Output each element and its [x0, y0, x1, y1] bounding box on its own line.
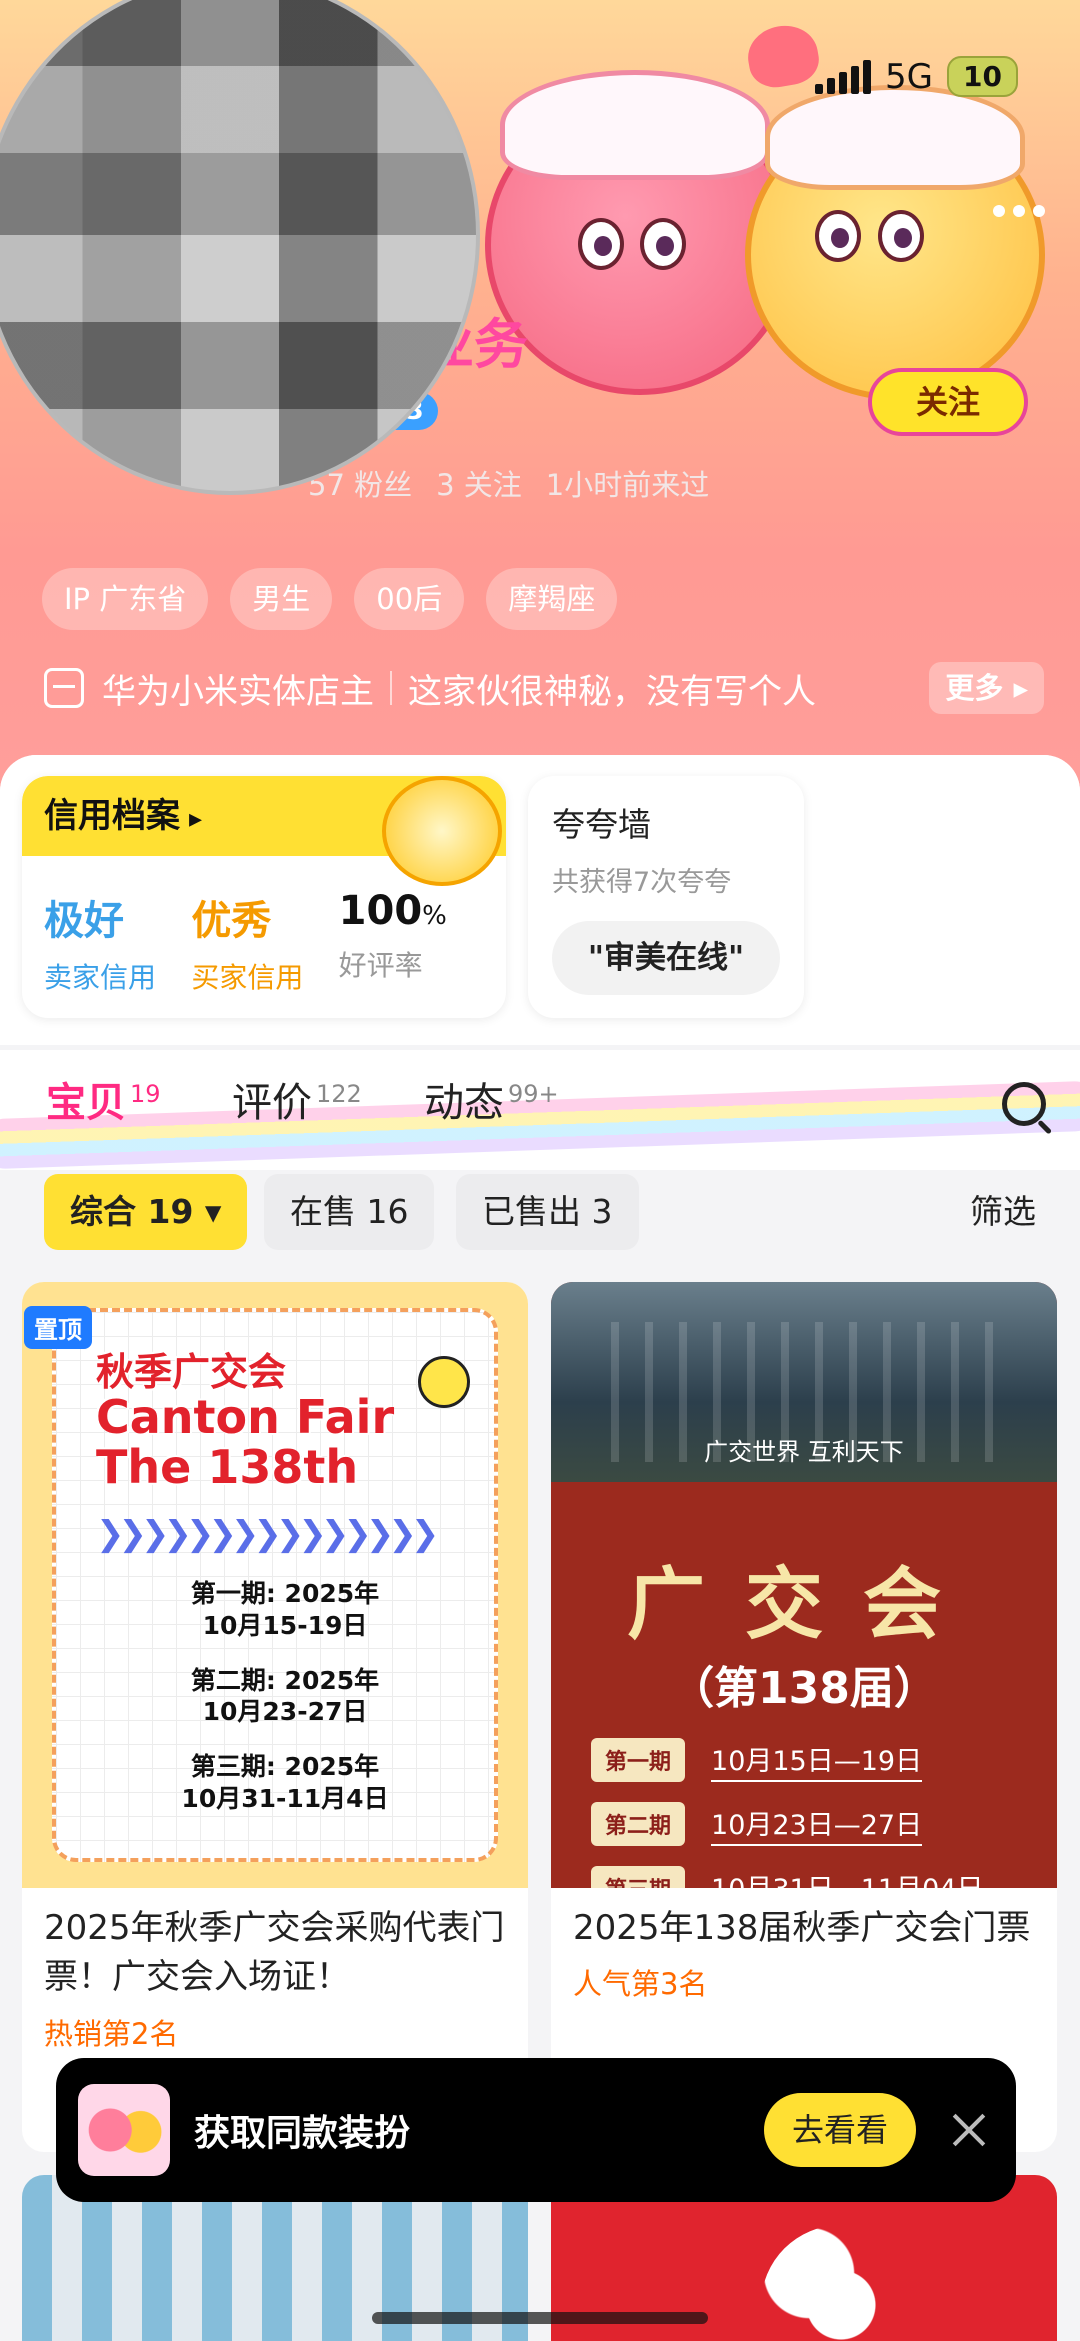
poster-phase: 第二期: 2025年 10月23-27日 — [190, 1665, 380, 1727]
mascot-eye — [815, 210, 861, 262]
battery-indicator: 10 — [947, 56, 1018, 97]
promo-text: 获取同款装扮 — [194, 2113, 411, 2154]
good-rate-unit: % — [422, 901, 447, 931]
heart-decoration — [743, 20, 823, 92]
pinned-badge: 置顶 — [24, 1306, 92, 1349]
orange-mascot-cap — [765, 85, 1025, 190]
more-options-icon[interactable] — [993, 205, 1045, 217]
seller-credit-label: 卖家信用 — [44, 961, 157, 994]
network-type: 5G — [885, 56, 934, 97]
poster-session: （第138届） — [670, 1663, 938, 1714]
tag-age-group: 00后 — [354, 568, 465, 630]
last-seen: 1小时前来过 — [545, 468, 710, 502]
tag-zodiac: 摩羯座 — [486, 568, 618, 630]
poster-phase: 第一期: 2025年 10月15-19日 — [190, 1579, 380, 1640]
listing-image: 秋季广交会 Canton Fair The 138th ❯❯❯❯❯❯❯❯❯❯❯❯… — [22, 1282, 528, 1888]
mascot-eye — [878, 210, 924, 262]
poster-title: 秋季广交会 — [96, 1350, 287, 1394]
follow-button[interactable]: 关注 — [868, 368, 1028, 436]
tag-ip-location: IP 广东省 — [42, 568, 209, 630]
flower-logo-icon — [761, 2225, 921, 2341]
filter-button[interactable]: 筛选 — [970, 1174, 1036, 1250]
signal-icon — [815, 59, 872, 94]
good-rate: 100% 好评率 — [339, 888, 486, 996]
profile-header: 业务 L3 57 粉丝 3 关注 1小时前来过 关注 IP 广东省 男生 00后… — [0, 0, 1080, 790]
mascot-icon — [382, 776, 502, 886]
credit-card[interactable]: 信用档案 极好 卖家信用 优秀 买家信用 100% 好评率 — [22, 776, 506, 1018]
smiley-icon — [418, 1356, 470, 1408]
listing-rank: 热销第2名 — [44, 2016, 179, 2051]
poster-phase-row: 第一期 10月15日—19日 — [591, 1738, 923, 1782]
seller-credit-value: 极好 — [44, 898, 124, 944]
good-rate-label: 好评率 — [338, 949, 423, 982]
listing-title: 2025年秋季广交会采购代表门票！广交会入场证！ — [44, 1908, 505, 1998]
poster-title: 广交会 — [626, 1559, 981, 1650]
home-indicator[interactable] — [372, 2312, 708, 2324]
buyer-credit: 优秀 买家信用 — [191, 888, 338, 996]
bio-more-button[interactable]: 更多 ▸ — [929, 662, 1044, 714]
filter-row: 综合 19 ▾ 在售 16 已售出 3 筛选 — [0, 1170, 1080, 1280]
listing-title: 2025年138届秋季广交会门票 — [573, 1908, 1031, 1948]
praise-wall-count: 共获得7次夸夸 — [552, 867, 732, 898]
status-bar: 5G 10 — [815, 56, 1018, 97]
mascot-eye — [578, 218, 624, 270]
search-icon[interactable] — [1002, 1082, 1046, 1126]
praise-wall-title: 夸夸墙 — [552, 805, 651, 844]
mascot-eye — [640, 218, 686, 270]
poster-title-en: Canton Fair — [96, 1390, 395, 1445]
bio-text: 这家伙很神秘，没有写个人 — [408, 671, 816, 712]
profile-bio: 华为小米实体店主 这家伙很神秘，没有写个人 更多 ▸ — [44, 662, 1044, 714]
bio-divider — [390, 671, 392, 705]
promo-view-button[interactable]: 去看看 — [763, 2093, 916, 2167]
tab-activity[interactable]: 动态 99+ — [424, 1070, 559, 1128]
poster-phase-row: 第三期10月31日—11月04日 — [591, 1866, 983, 1888]
tab-items[interactable]: 宝贝 19 — [46, 1070, 161, 1128]
listing-rank: 人气第3名 — [573, 1967, 708, 2002]
seller-credit: 极好 卖家信用 — [44, 888, 191, 996]
listing-card[interactable]: 秋季广交会 Canton Fair The 138th ❯❯❯❯❯❯❯❯❯❯❯❯… — [22, 1282, 528, 2152]
tag-gender: 男生 — [230, 568, 333, 630]
filter-all[interactable]: 综合 19 ▾ — [44, 1174, 248, 1250]
poster-slogan: 广交世界 互利天下 — [704, 1438, 904, 1466]
following-count[interactable]: 3 关注 — [436, 462, 522, 504]
promo-banner[interactable]: 获取同款装扮 去看看 — [56, 2058, 1016, 2202]
poster-phase-row: 第二期 10月23日—27日 — [591, 1802, 923, 1846]
close-icon[interactable] — [944, 2105, 994, 2155]
praise-chip[interactable]: "审美在线" — [552, 921, 780, 995]
mascot-thumbnail — [78, 2084, 170, 2176]
listing-image: 广交世界 互利天下 广交会 （第138届） 第一期 10月15日—19日 第二期 1… — [551, 1282, 1057, 1888]
poster-phase: 第三期: 2025年 10月31-11月4日 — [181, 1752, 389, 1813]
profile-tags: IP 广东省 男生 00后 摩羯座 — [42, 568, 618, 630]
poster-arrows: ❯❯❯❯❯❯❯❯❯❯❯❯❯❯❯ — [96, 1514, 439, 1555]
buyer-credit-value: 优秀 — [191, 898, 272, 944]
bio-role: 华为小米实体店主 — [102, 671, 374, 712]
listing-card[interactable]: 广交世界 互利天下 广交会 （第138届） 第一期 10月15日—19日 第二期 1… — [551, 1282, 1057, 2152]
tab-reviews[interactable]: 评价 122 — [232, 1070, 362, 1128]
pink-mascot-cap — [500, 70, 770, 180]
tab-bar: 宝贝 19 评价 122 动态 99+ — [0, 1050, 1080, 1170]
filter-sold[interactable]: 已售出 3 — [456, 1174, 639, 1250]
poster-subtitle-en: The 138th — [96, 1439, 359, 1494]
profile-stats: 57 粉丝 3 关注 1小时前来过 — [308, 462, 709, 504]
praise-wall-card[interactable]: 夸夸墙 共获得7次夸夸 "审美在线" — [528, 776, 804, 1018]
good-rate-value: 100 — [338, 888, 423, 934]
shop-icon — [44, 668, 84, 708]
buyer-credit-label: 买家信用 — [191, 961, 304, 994]
filter-on-sale[interactable]: 在售 16 — [264, 1174, 435, 1250]
